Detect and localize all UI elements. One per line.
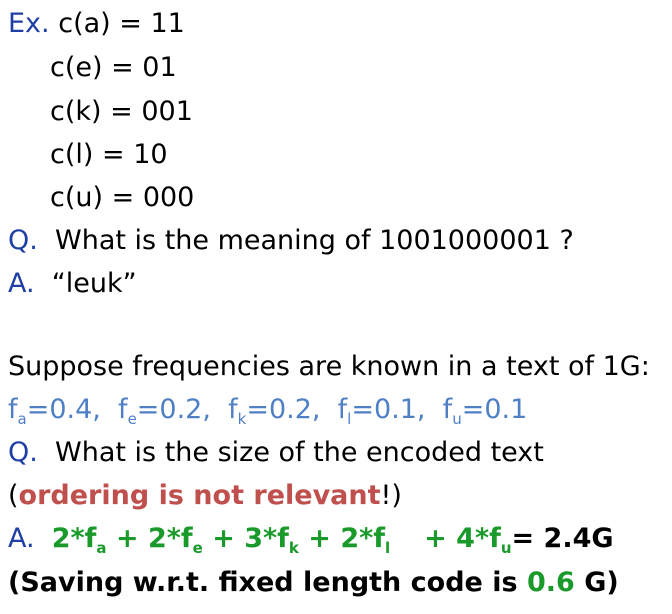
answer-2: A. 2*fa + 2*fe + 3*fk + 2*fl + 4*fu= 2.4G bbox=[8, 523, 614, 557]
question-2-text: What is the size of the encoded text bbox=[55, 437, 544, 468]
ordering-note: (ordering is not relevant!) bbox=[8, 480, 402, 511]
question-2-label: Q. bbox=[8, 437, 38, 468]
answer-1: A. “leuk” bbox=[8, 268, 137, 300]
suppose-text: Suppose frequencies are known in a text … bbox=[8, 351, 650, 382]
question-1-label: Q. bbox=[8, 225, 38, 256]
freq-l: fl=0.1, bbox=[337, 394, 426, 428]
saving-line: (Saving w.r.t. fixed length code is 0.6 … bbox=[8, 567, 619, 598]
frequency-list: fa=0.4, fe=0.2, fk=0.2, fl=0.1, fu=0.1 bbox=[8, 394, 528, 428]
code-e: c(e) = 01 bbox=[50, 52, 177, 83]
example-line-1: Ex. c(a) = 11 bbox=[8, 8, 185, 40]
answer-2-label: A. bbox=[8, 523, 35, 554]
question-1: Q. What is the meaning of 1001000001 ? bbox=[8, 225, 574, 257]
ordering-note-highlight: ordering is not relevant bbox=[18, 480, 381, 511]
example-label: Ex. bbox=[8, 8, 50, 39]
freq-e: fe=0.2, bbox=[118, 394, 211, 428]
freq-k: fk=0.2, bbox=[228, 394, 321, 428]
code-a: c(a) = 11 bbox=[58, 8, 185, 39]
answer-1-label: A. bbox=[8, 268, 35, 299]
freq-a: fa=0.4, bbox=[8, 394, 101, 428]
answer-2-formula: 2*fa + 2*fe + 3*fk + 2*fl + 4*fu bbox=[51, 523, 512, 557]
code-k: c(k) = 001 bbox=[50, 96, 193, 127]
saving-value: 0.6 bbox=[527, 567, 575, 598]
code-l: c(l) = 10 bbox=[50, 139, 168, 170]
answer-2-result: = 2.4G bbox=[511, 523, 614, 554]
question-1-text: What is the meaning of 1001000001 ? bbox=[55, 225, 574, 256]
answer-1-text: “leuk” bbox=[51, 268, 137, 299]
question-2: Q. What is the size of the encoded text bbox=[8, 437, 544, 469]
code-u: c(u) = 000 bbox=[50, 182, 195, 213]
freq-u: fu=0.1 bbox=[442, 394, 528, 428]
